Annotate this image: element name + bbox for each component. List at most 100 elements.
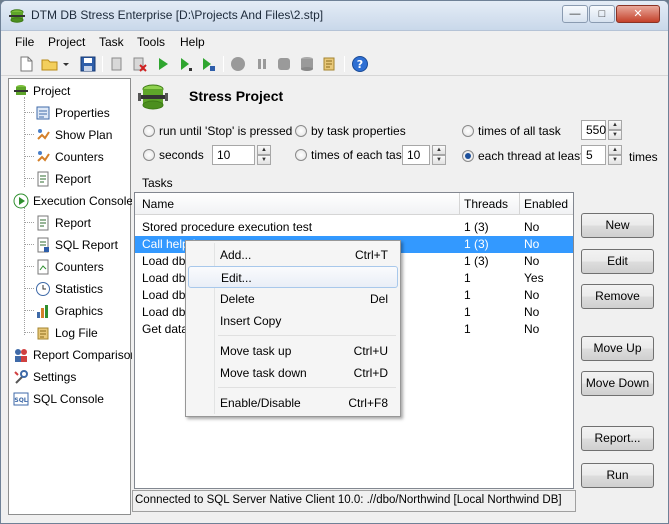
run-step-icon[interactable] — [177, 55, 195, 73]
maximize-button[interactable]: □ — [589, 5, 615, 23]
run-until-stop-radio[interactable] — [143, 125, 155, 137]
save-icon[interactable] — [79, 55, 97, 73]
edit-button[interactable]: Edit — [581, 249, 654, 274]
each-thread-at-least-radio[interactable] — [462, 150, 474, 162]
by-task-properties-radio[interactable] — [295, 125, 307, 137]
tree-item-log-file[interactable]: Log File — [35, 324, 130, 342]
add-task-icon[interactable] — [108, 55, 126, 73]
panel-header: Stress Project — [132, 78, 664, 114]
tree-item-report-comparison[interactable]: Report Comparison — [13, 346, 137, 364]
run-button[interactable]: Run — [581, 463, 654, 488]
move-up-button[interactable]: Move Up — [581, 336, 654, 361]
help-icon[interactable]: ? — [351, 55, 369, 73]
show-plan-icon — [37, 129, 50, 140]
menu-item-label: Enable/Disable — [220, 396, 301, 410]
menu-separator — [218, 335, 396, 336]
new-file-icon[interactable] — [17, 55, 35, 73]
menu-help[interactable]: Help — [180, 35, 205, 49]
tree-item-label: SQL Report — [55, 238, 118, 252]
open-folder-icon[interactable] — [41, 55, 59, 73]
script-icon[interactable] — [320, 55, 338, 73]
seconds-stepper[interactable]: ▲ ▼ — [257, 145, 271, 165]
report-button[interactable]: Report... — [581, 426, 654, 451]
tree-item-exec-counters[interactable]: Counters — [35, 258, 130, 276]
task-threads: 1 (3) — [464, 237, 489, 251]
each-thread-input[interactable]: 5 — [581, 145, 606, 165]
table-row[interactable]: Stored procedure execution test 1 (3) No — [135, 219, 573, 236]
stop-icon[interactable] — [229, 55, 247, 73]
report-icon — [37, 171, 49, 187]
svg-text:SQL: SQL — [14, 397, 27, 404]
clock-icon — [36, 282, 50, 296]
times-suffix-label: times — [629, 150, 658, 164]
task-name: Get data — [142, 322, 189, 336]
menu-project[interactable]: Project — [48, 35, 85, 49]
tree-item-properties[interactable]: Properties — [35, 104, 130, 122]
tree-item-report[interactable]: Report — [35, 170, 130, 188]
times-of-all-task-stepper[interactable]: ▲ ▼ — [608, 120, 622, 140]
each-thread-stepper[interactable]: ▲ ▼ — [608, 145, 622, 165]
toolbar-separator — [344, 56, 345, 72]
menu-item-move-up[interactable]: Move task up Ctrl+U — [188, 340, 398, 362]
close-button[interactable]: ✕ — [616, 5, 660, 23]
tree-item-show-plan[interactable]: Show Plan — [35, 126, 130, 144]
tree-item-sql-report[interactable]: SQL Report — [35, 236, 130, 254]
tree-item-label: Report — [55, 172, 92, 186]
task-threads: 1 — [464, 271, 471, 285]
tree-item-project[interactable]: Project — [13, 82, 123, 100]
times-of-each-task-radio[interactable] — [295, 149, 307, 161]
tree-item-settings[interactable]: Settings — [13, 368, 131, 386]
times-of-each-task-stepper[interactable]: ▲ ▼ — [432, 145, 446, 165]
seconds-radio[interactable] — [143, 149, 155, 161]
menu-tools[interactable]: Tools — [137, 35, 165, 49]
move-down-button[interactable]: Move Down — [581, 371, 654, 396]
delete-task-icon[interactable] — [130, 55, 148, 73]
stop-all-icon[interactable] — [275, 55, 293, 73]
status-bar: Connected to SQL Server Native Client 10… — [132, 490, 576, 512]
column-header-name[interactable]: Name — [142, 197, 174, 211]
seconds-input[interactable]: 10 — [212, 145, 255, 165]
tree-item-label: Settings — [33, 370, 77, 384]
tree-item-execution-console[interactable]: Execution Console — [13, 192, 133, 210]
task-enabled: No — [524, 322, 540, 336]
tree-item-exec-report[interactable]: Report — [35, 214, 130, 232]
column-header-threads[interactable]: Threads — [464, 197, 508, 211]
run-icon[interactable] — [154, 55, 172, 73]
tree-item-label: Statistics — [55, 282, 104, 296]
pause-icon[interactable] — [253, 55, 271, 73]
menu-item-edit[interactable]: Edit... — [188, 266, 398, 288]
tree-item-statistics[interactable]: Statistics — [35, 280, 130, 298]
tree-item-graphics[interactable]: Graphics — [35, 302, 130, 320]
column-header-enabled[interactable]: Enabled — [524, 197, 568, 211]
task-enabled: No — [524, 254, 540, 268]
menu-item-delete[interactable]: Delete Del — [188, 288, 398, 310]
chevron-down-icon[interactable] — [61, 55, 71, 73]
seconds-label: seconds — [159, 148, 204, 162]
users-icon — [15, 349, 27, 362]
menu-item-add[interactable]: Add... Ctrl+T — [188, 244, 398, 266]
tree-item-sql-console[interactable]: SQL SQL Console — [13, 390, 131, 408]
times-of-all-task-radio[interactable] — [462, 125, 474, 137]
times-of-all-task-input[interactable]: 550 — [581, 120, 606, 140]
times-of-each-task-input[interactable]: 10 — [402, 145, 430, 165]
remove-button[interactable]: Remove — [581, 284, 654, 309]
times-of-each-task-label: times of each task — [311, 148, 408, 162]
tree-item-counters[interactable]: Counters — [35, 148, 130, 166]
minimize-button[interactable]: — — [562, 5, 588, 23]
menu-item-shortcut: Ctrl+T — [355, 248, 388, 262]
by-task-properties-label: by task properties — [311, 124, 406, 138]
title-bar: DTM DB Stress Enterprise [D:\Projects An… — [1, 1, 668, 31]
menu-item-enable-disable[interactable]: Enable/Disable Ctrl+F8 — [188, 392, 398, 414]
menu-item-move-down[interactable]: Move task down Ctrl+D — [188, 362, 398, 384]
menu-task[interactable]: Task — [99, 35, 124, 49]
new-button[interactable]: New — [581, 213, 654, 238]
menu-file[interactable]: File — [15, 35, 34, 49]
menu-item-label: Edit... — [221, 271, 252, 285]
run-selected-icon[interactable] — [199, 55, 217, 73]
database-icon[interactable] — [298, 55, 316, 73]
report-icon — [37, 215, 49, 231]
menu-item-label: Move task up — [220, 344, 292, 358]
toolbar-separator — [223, 56, 224, 72]
menu-item-insert-copy[interactable]: Insert Copy — [188, 310, 398, 332]
counters-icon — [37, 151, 50, 162]
